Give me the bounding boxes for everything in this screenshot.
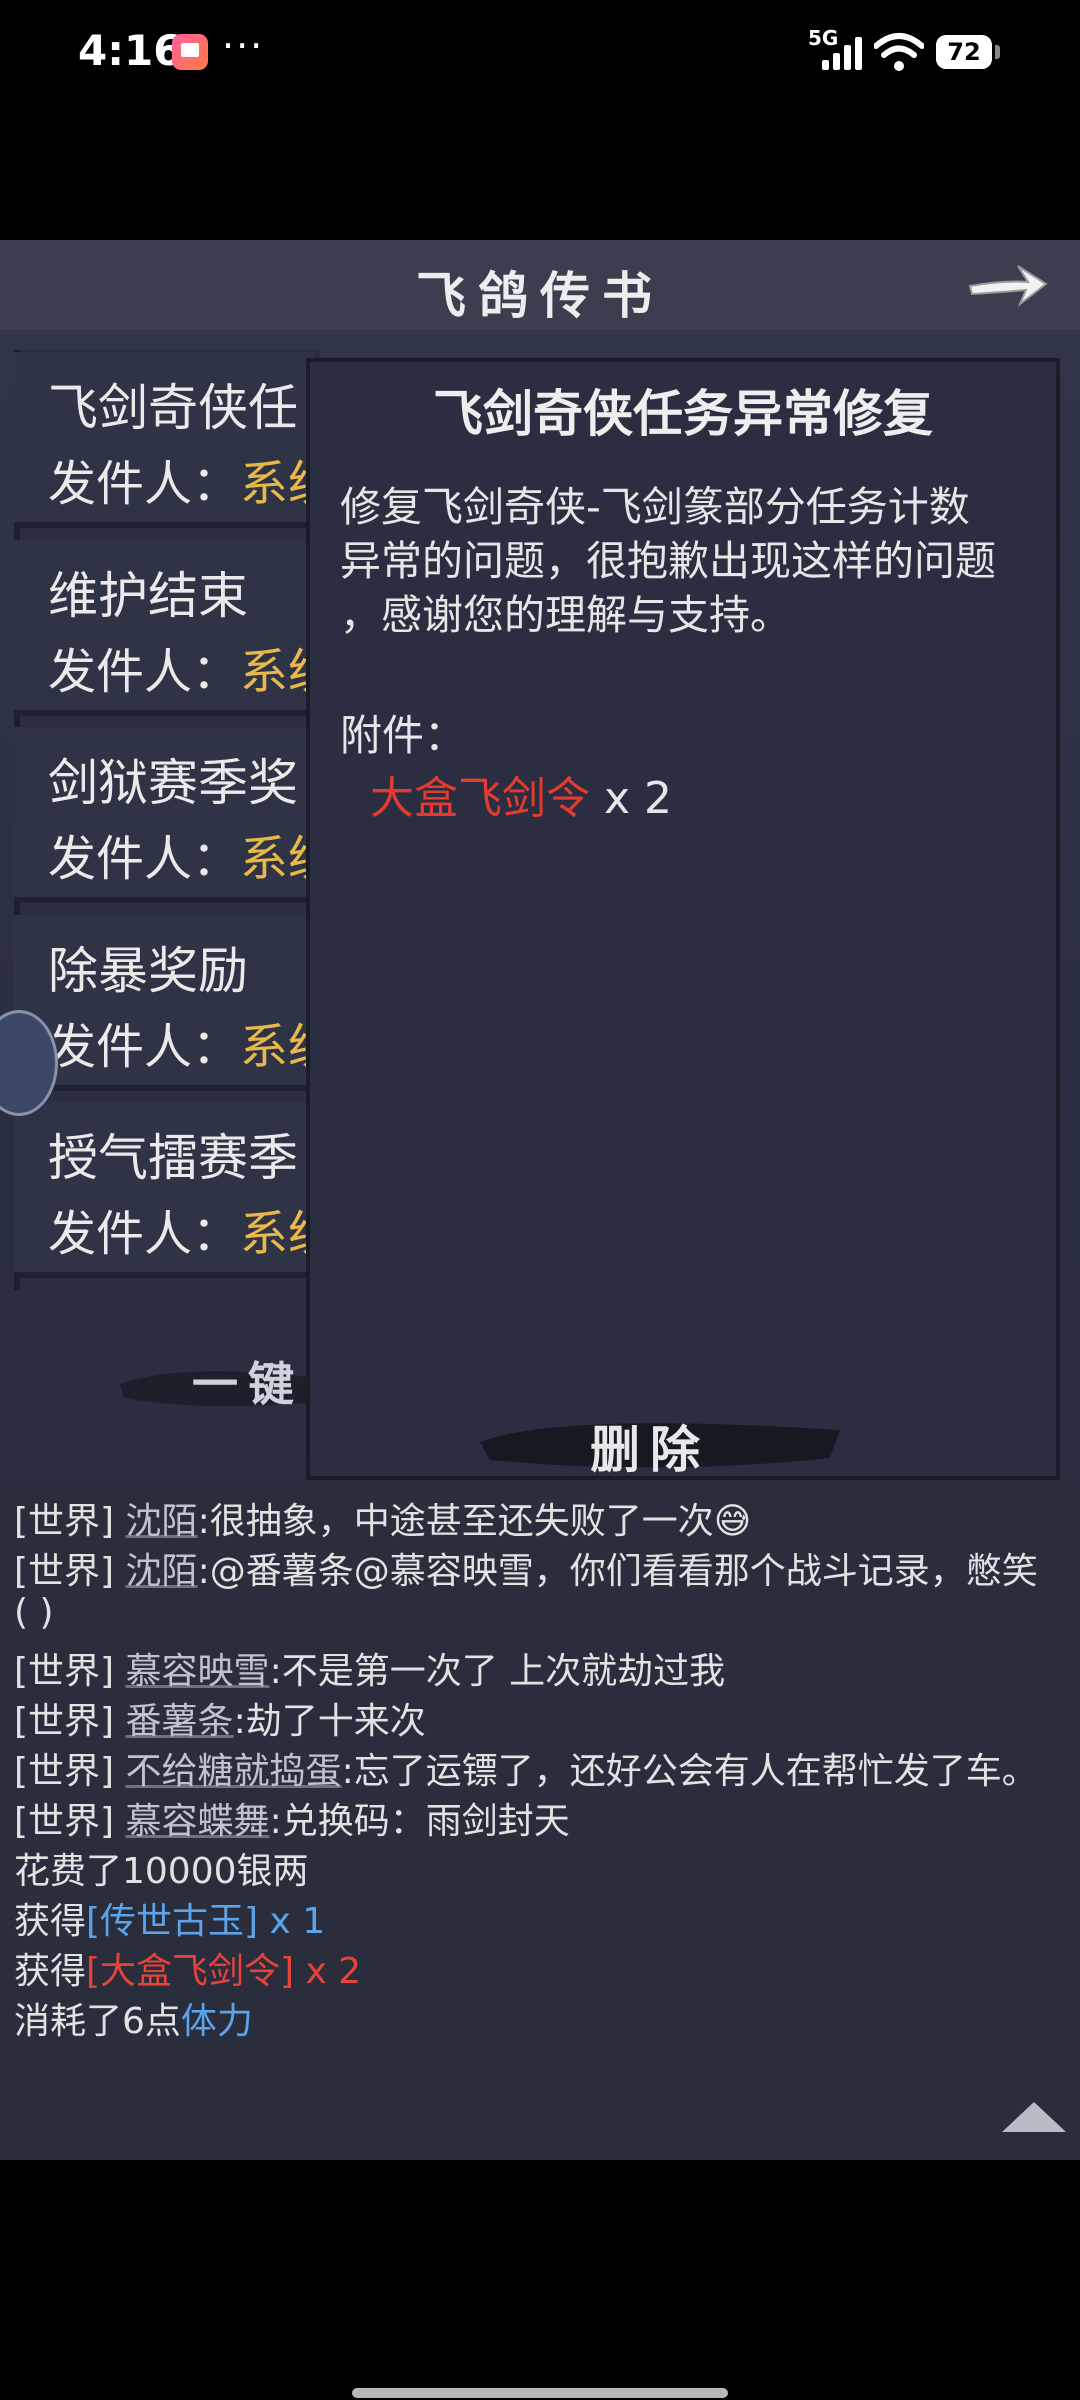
wifi-icon xyxy=(874,33,924,71)
sender-label: 发件人： xyxy=(48,1019,241,1075)
chat-line: [世界] 沈陌:很抽象，中途甚至还失败了一次😅 xyxy=(14,1492,751,1544)
system-message: 获得[大盒飞剑令] x 2 xyxy=(14,1942,361,1994)
sender-label: 发件人： xyxy=(48,1206,241,1262)
chat-panel[interactable]: [世界] 沈陌:很抽象，中途甚至还失败了一次😅 [世界] 沈陌:@番薯条@慕容映… xyxy=(0,1480,1080,2160)
chat-channel: [世界] xyxy=(14,1701,115,1742)
chat-line: [世界] 慕容蝶舞:兑换码：雨剑封天 xyxy=(14,1792,570,1844)
bottom-bar xyxy=(0,2160,1080,2400)
mail-detail-panel: 飞剑奇侠任务异常修复 修复飞剑奇侠-飞剑篆部分任务计数 异常的问题，很抱歉出现这… xyxy=(306,358,1060,1480)
message-prefix: 消耗了6点 xyxy=(14,2001,181,2042)
delete-button[interactable]: 删除 xyxy=(480,1402,840,1482)
chat-user[interactable]: 慕容蝶舞 xyxy=(126,1801,270,1842)
chat-line: [世界] 沈陌:@番薯条@慕容映雪，你们看看那个战斗记录，憋笑 xyxy=(14,1542,1038,1594)
chat-user[interactable]: 不给糖就捣蛋 xyxy=(126,1751,342,1792)
chat-channel: [世界] xyxy=(14,1651,115,1692)
app-notification-icon xyxy=(172,34,208,70)
body-line: 修复飞剑奇侠-飞剑篆部分任务计数 xyxy=(340,483,970,531)
mail-sender: 发件人：系统 xyxy=(48,819,336,889)
mail-list-item[interactable]: 除暴奖励 发件人：系统 xyxy=(14,915,336,1091)
body-line: 异常的问题，很抱歉出现这样的问题 xyxy=(340,537,996,585)
mail-list-item[interactable]: 飞剑奇侠任 发件人：系统 xyxy=(14,352,336,528)
bulk-action-button[interactable]: 一键 xyxy=(120,1348,320,1418)
sender-label: 发件人： xyxy=(48,831,241,887)
chat-text: :兑换码：雨剑封天 xyxy=(269,1801,570,1842)
right-arrow-icon[interactable] xyxy=(966,254,1050,314)
attachment-name: 大盒飞剑令 xyxy=(370,773,590,824)
chat-line: [世界] 不给糖就捣蛋:忘了运镖了，还好公会有人在帮忙发了车。 xyxy=(14,1742,1038,1794)
delete-label: 删除 xyxy=(590,1420,710,1479)
item-link[interactable]: [大盒飞剑令] x 2 xyxy=(86,1951,361,1992)
home-indicator[interactable] xyxy=(352,2388,728,2398)
chat-channel: [世界] xyxy=(14,1551,115,1592)
item-link[interactable]: 体力 xyxy=(181,2001,253,2042)
mail-list-item[interactable]: 维护结束 发件人：系统 xyxy=(14,540,336,716)
chat-text: :@番薯条@慕容映雪，你们看看那个战斗记录，憋笑 xyxy=(197,1551,1038,1592)
mail-list-item[interactable]: 授气擂赛季 发件人：系统 xyxy=(14,1102,336,1278)
message-prefix: 获得 xyxy=(14,1901,87,1942)
mail-subject: 飞剑奇侠任 xyxy=(48,379,298,437)
mail-sender: 发件人：系统 xyxy=(48,444,336,514)
bulk-action-label: 一键 xyxy=(192,1357,304,1411)
system-message: 获得[传世古玉] x 1 xyxy=(14,1892,325,1944)
system-message: 消耗了6点体力 xyxy=(14,1992,253,2044)
attachment-label: 附件： xyxy=(340,711,467,760)
mail-sender: 发件人：系统 xyxy=(48,632,336,702)
chat-user[interactable]: 沈陌 xyxy=(126,1551,198,1592)
scroll-up-icon[interactable] xyxy=(1002,2102,1066,2132)
chat-text: :忘了运镖了，还好公会有人在帮忙发了车。 xyxy=(341,1751,1038,1792)
chat-user[interactable]: 沈陌 xyxy=(126,1501,198,1542)
mail-sender: 发件人：系统 xyxy=(48,1194,336,1264)
more-notifications-icon: ··· xyxy=(222,24,265,68)
chat-line: [世界] 番薯条:劫了十来次 xyxy=(14,1692,426,1744)
status-time: 4:16 xyxy=(78,26,183,75)
mail-detail-body: 修复飞剑奇侠-飞剑篆部分任务计数 异常的问题，很抱歉出现这样的问题 ，感谢您的理… xyxy=(340,480,1040,642)
chat-text: :不是第一次了 上次就劫过我 xyxy=(269,1651,726,1692)
mail-subject: 授气擂赛季 xyxy=(48,1129,298,1187)
battery-indicator: 72 xyxy=(936,35,1000,69)
chat-channel: [世界] xyxy=(14,1801,115,1842)
mail-sender: 发件人：系统 xyxy=(48,1007,336,1077)
chat-user[interactable]: 慕容映雪 xyxy=(126,1651,270,1692)
mail-subject: 除暴奖励 xyxy=(48,942,248,1000)
signal-icon xyxy=(822,36,866,70)
mail-subject: 维护结束 xyxy=(48,567,248,625)
chat-channel: [世界] xyxy=(14,1501,115,1542)
mail-header: 飞鸽传书 xyxy=(0,240,1080,330)
body-line: ，感谢您的理解与支持。 xyxy=(340,591,791,639)
mail-detail-title: 飞剑奇侠任务异常修复 xyxy=(433,385,933,443)
chat-text: :很抽象，中途甚至还失败了一次😅 xyxy=(197,1501,752,1542)
chat-line: ( ) xyxy=(14,1592,54,1633)
page-title: 飞鸽传书 xyxy=(416,266,664,325)
attachment-qty: x 2 xyxy=(604,773,673,824)
chat-text: :劫了十来次 xyxy=(233,1701,426,1742)
chat-text: ( ) xyxy=(14,1592,54,1633)
message-prefix: 获得 xyxy=(14,1951,87,1992)
status-bar: 4:16 ··· 5G 72 xyxy=(0,0,1080,105)
sender-label: 发件人： xyxy=(48,644,241,700)
chat-channel: [世界] xyxy=(14,1751,115,1792)
game-screen: 飞鸽传书 飞剑奇侠任 发件人：系统 维护结束 发件人：系统 剑狱赛季奖 发件人：… xyxy=(0,240,1080,2160)
mail-subject: 剑狱赛季奖 xyxy=(48,754,298,812)
chat-line: [世界] 慕容映雪:不是第一次了 上次就劫过我 xyxy=(14,1642,725,1694)
chat-user[interactable]: 番薯条 xyxy=(126,1701,234,1742)
attachment-item[interactable]: 大盒飞剑令 x 2 xyxy=(370,762,672,826)
item-link[interactable]: [传世古玉] x 1 xyxy=(86,1901,325,1942)
mail-list-item[interactable]: 剑狱赛季奖 发件人：系统 xyxy=(14,727,336,903)
sender-label: 发件人： xyxy=(48,456,241,512)
system-message: 花费了10000银两 xyxy=(14,1851,309,1892)
